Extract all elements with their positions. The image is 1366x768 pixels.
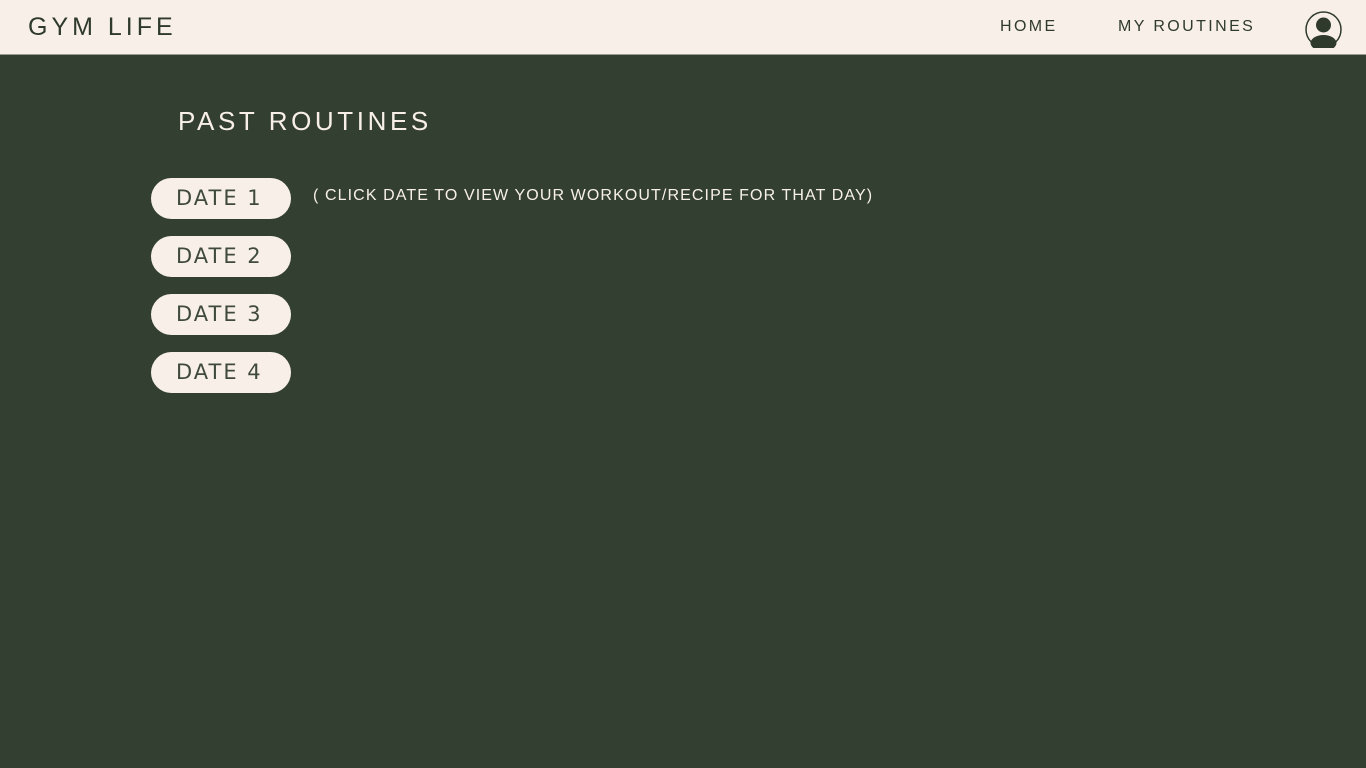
top-navigation-bar: GYM LIFE HOME MY ROUTINES (0, 0, 1366, 55)
date-button-2[interactable]: DATE 2 (151, 236, 291, 277)
user-avatar-icon[interactable] (1305, 11, 1342, 48)
nav-my-routines-link[interactable]: MY ROUTINES (1118, 18, 1255, 36)
date-list: DATE 1 DATE 2 DATE 3 DATE 4 (151, 178, 291, 410)
brand-logo-text[interactable]: GYM LIFE (28, 13, 177, 42)
date-button-4[interactable]: DATE 4 (151, 352, 291, 393)
instruction-hint: ( CLICK DATE TO VIEW YOUR WORKOUT/RECIPE… (313, 187, 874, 204)
date-button-3[interactable]: DATE 3 (151, 294, 291, 335)
date-button-1[interactable]: DATE 1 (151, 178, 291, 219)
page-title: PAST ROUTINES (178, 106, 432, 136)
nav-home-link[interactable]: HOME (1000, 18, 1058, 36)
